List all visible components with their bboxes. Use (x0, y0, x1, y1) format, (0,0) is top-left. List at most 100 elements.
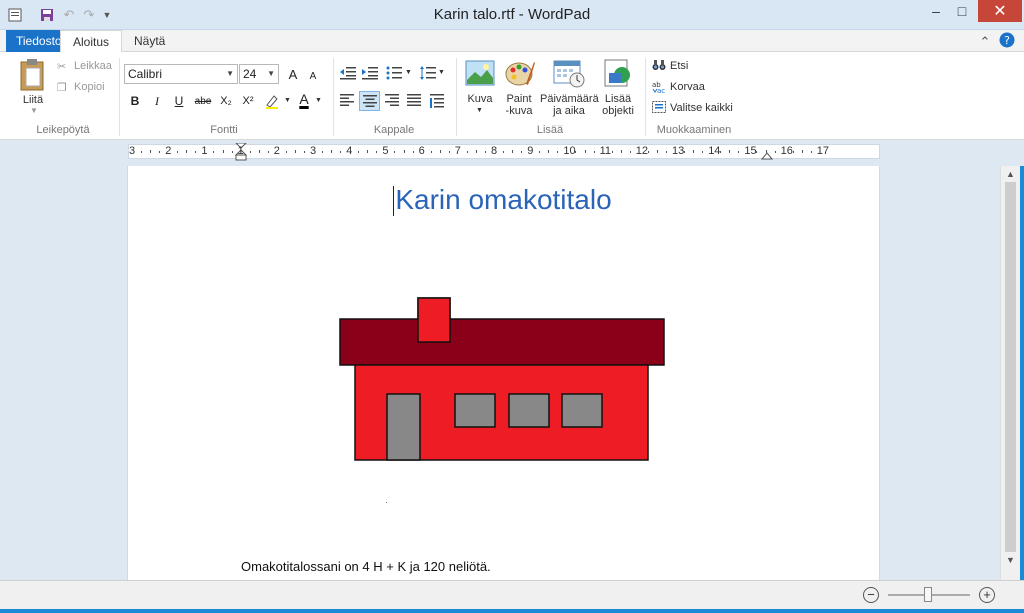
vertical-scrollbar[interactable]: ▲ ▼ (1000, 166, 1020, 580)
house-chimney-top (417, 297, 451, 343)
ruler-tick (584, 150, 586, 153)
text-color-button[interactable]: A (295, 90, 313, 108)
justify-icon[interactable] (407, 94, 423, 108)
ruler-tick (548, 150, 550, 153)
document-title[interactable]: Karin omakotitalo (128, 184, 879, 216)
ruler-tick (539, 151, 541, 153)
ruler-tick (629, 151, 631, 153)
collapse-ribbon-icon[interactable]: ⌃ (978, 32, 992, 52)
ruler-tick (475, 150, 477, 153)
zoom-in-icon[interactable]: + (979, 587, 995, 603)
find-button[interactable]: Etsi (670, 60, 688, 72)
insert-picture-button[interactable]: Kuva (462, 93, 498, 105)
underline-button[interactable]: U (170, 92, 188, 110)
scroll-up-icon[interactable]: ▲ (1001, 166, 1020, 182)
chevron-down-icon[interactable]: ▼ (284, 97, 291, 104)
maximize-button[interactable]: □ (948, 0, 976, 22)
ruler-tick (294, 150, 296, 153)
ruler-tick (593, 151, 595, 153)
grow-font-button[interactable]: A (284, 65, 302, 83)
scroll-down-icon[interactable]: ▼ (1001, 552, 1020, 568)
replace-icon[interactable]: ab ac (652, 80, 668, 95)
zoom-slider-thumb[interactable] (924, 587, 932, 602)
chevron-down-icon: ▼ (267, 69, 275, 78)
paste-icon[interactable] (18, 58, 48, 92)
insert-date-time-button[interactable]: Päivämäärä ja aika (540, 93, 599, 117)
paste-dropdown-icon[interactable]: ▼ (30, 106, 38, 115)
replace-button[interactable]: Korvaa (670, 81, 705, 93)
binoculars-icon[interactable] (652, 59, 668, 73)
ruler-tick (720, 151, 722, 153)
font-family-select[interactable]: Calibri ▼ (124, 64, 238, 84)
ruler-label: 16 (780, 145, 793, 157)
title-bar: ↶ ↷ ▼ Karin talo.rtf - WordPad – □ ✕ (0, 0, 1024, 30)
document-body-text[interactable]: Omakotitalossani on 4 H + K ja 120 neliö… (241, 559, 491, 574)
ruler-tick (765, 150, 767, 153)
right-indent-marker-icon[interactable] (760, 151, 774, 160)
bold-button[interactable]: B (126, 92, 144, 110)
tab-home[interactable]: Aloitus (60, 30, 122, 53)
ruler-tick (412, 151, 414, 153)
ruler-tick (810, 151, 812, 153)
paint-label-line2: -kuva (505, 105, 533, 117)
chevron-down-icon[interactable]: ▼ (405, 69, 412, 76)
copy-icon[interactable]: ❐ (57, 81, 67, 94)
insert-object-button[interactable]: Lisää objekti (598, 93, 638, 117)
ruler-tick (258, 150, 260, 153)
status-bar: − + (0, 580, 1024, 609)
chevron-down-icon[interactable]: ▼ (315, 97, 322, 104)
ribbon-tabs: Tiedosto Aloitus Näytä ⌃ ? (0, 30, 1024, 53)
ruler-tick (367, 150, 369, 153)
align-right-icon[interactable] (385, 94, 401, 108)
object-label-line1: Lisää (604, 93, 632, 105)
font-size-select[interactable]: 24 ▼ (239, 64, 279, 84)
zoom-out-icon[interactable]: − (863, 587, 879, 603)
cut-button[interactable]: Leikkaa (74, 60, 112, 72)
paragraph-settings-icon[interactable] (430, 94, 446, 108)
increase-indent-icon[interactable] (362, 66, 380, 82)
align-center-button[interactable] (359, 91, 380, 111)
picture-icon[interactable] (465, 58, 495, 88)
bullet-list-icon[interactable] (386, 66, 404, 82)
ruler-tick (394, 151, 396, 153)
subscript-button[interactable]: X₂ (216, 92, 236, 110)
highlight-icon[interactable] (263, 92, 281, 110)
copy-button[interactable]: Kopioi (74, 81, 105, 93)
select-all-icon[interactable] (652, 101, 668, 115)
help-icon[interactable]: ? (998, 31, 1016, 49)
chevron-down-icon[interactable]: ▼ (476, 107, 483, 114)
tab-view[interactable]: Näytä (124, 30, 175, 52)
line-spacing-icon[interactable] (420, 66, 438, 82)
paint-icon[interactable] (504, 58, 536, 88)
ruler-label: 10 (563, 145, 576, 157)
ruler-label: 6 (418, 145, 425, 157)
ribbon: Liitä ▼ ✂ Leikkaa ❐ Kopioi Leikepöytä Ca… (0, 52, 1024, 140)
paint-drawing-button[interactable]: Paint -kuva (499, 93, 539, 117)
ruler-label: 9 (527, 145, 534, 157)
ruler-label: 2 (165, 145, 172, 157)
document-page[interactable]: Karin omakotitalo Omakotitalossani on 4 … (127, 166, 880, 580)
strikethrough-button[interactable]: abe (192, 92, 214, 110)
ruler-tick (620, 150, 622, 153)
paste-button[interactable]: Liitä (16, 94, 50, 106)
house-door (386, 393, 421, 461)
ruler-label: 7 (454, 145, 461, 157)
minimize-button[interactable]: – (922, 0, 950, 22)
superscript-button[interactable]: X² (238, 92, 258, 110)
chevron-down-icon[interactable]: ▼ (438, 69, 445, 76)
decrease-indent-icon[interactable] (340, 66, 358, 82)
horizontal-ruler[interactable]: 3 2 1 1 2 3 4 5 6 7 8 9 10 11 12 13 14 15 16 17 (128, 142, 880, 161)
shrink-font-button[interactable]: A (305, 67, 321, 85)
ruler-tick (249, 151, 251, 153)
select-all-button[interactable]: Valitse kaikki (670, 102, 733, 114)
date-time-icon[interactable] (553, 58, 585, 88)
italic-button[interactable]: I (148, 92, 166, 110)
align-left-icon[interactable] (340, 94, 356, 108)
ruler-label: 17 (816, 145, 830, 157)
scroll-thumb[interactable] (1005, 182, 1016, 552)
close-button[interactable]: ✕ (978, 0, 1022, 22)
house-drawing[interactable] (338, 294, 668, 464)
insert-object-icon[interactable] (603, 58, 633, 88)
ruler-tick (358, 151, 360, 153)
cut-icon[interactable]: ✂ (57, 60, 66, 73)
